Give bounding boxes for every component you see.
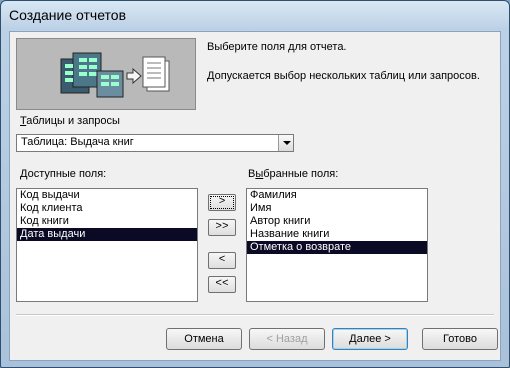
list-item[interactable]: Автор книги — [247, 215, 427, 228]
list-item[interactable]: Название книги — [247, 228, 427, 241]
list-item[interactable]: Код книги — [17, 215, 197, 228]
back-button[interactable]: < Назад — [249, 328, 325, 350]
remove-field-button[interactable]: < — [208, 252, 236, 269]
table-query-dropdown[interactable]: Таблица: Выдача книг — [16, 134, 294, 152]
list-item[interactable]: Код выдачи — [17, 189, 197, 202]
wizard-client-area: Выберите поля для отчета. Допускается вы… — [9, 31, 501, 361]
remove-all-fields-button[interactable]: << — [208, 276, 236, 293]
list-item[interactable]: Фамилия — [247, 189, 427, 202]
add-field-button[interactable]: > — [208, 194, 236, 211]
source-label: Таблицы и запросы — [20, 115, 120, 127]
list-item-selected[interactable]: Отметка о возврате — [247, 241, 427, 254]
title-bar[interactable]: Создание отчетов — [1, 1, 509, 31]
list-item-selected[interactable]: Дата выдачи — [17, 228, 197, 241]
table-query-dropdown-value: Таблица: Выдача книг — [21, 136, 134, 148]
wizard-illustration — [16, 38, 196, 110]
chevron-down-icon[interactable] — [278, 135, 293, 151]
available-fields-label: Доступные поля: — [20, 168, 107, 180]
wizard-window: Создание отчетов Выберите поля для отчет… — [0, 0, 510, 368]
instruction-text: Выберите поля для отчета. — [207, 41, 347, 53]
finish-button[interactable]: Готово — [422, 328, 498, 350]
divider — [16, 314, 494, 316]
selected-fields-label: Выбранные поля: — [248, 168, 339, 180]
next-button[interactable]: Далее > — [332, 328, 408, 350]
cancel-button[interactable]: Отмена — [166, 328, 242, 350]
list-item[interactable]: Код клиента — [17, 202, 197, 215]
selected-fields-list[interactable]: Фамилия Имя Автор книги Название книги О… — [246, 188, 428, 302]
window-title: Создание отчетов — [9, 7, 127, 23]
list-item[interactable]: Имя — [247, 202, 427, 215]
available-fields-list[interactable]: Код выдачи Код клиента Код книги Дата вы… — [16, 188, 198, 302]
instruction-subtext: Допускается выбор нескольких таблиц или … — [207, 70, 480, 82]
add-all-fields-button[interactable]: >> — [208, 219, 236, 236]
